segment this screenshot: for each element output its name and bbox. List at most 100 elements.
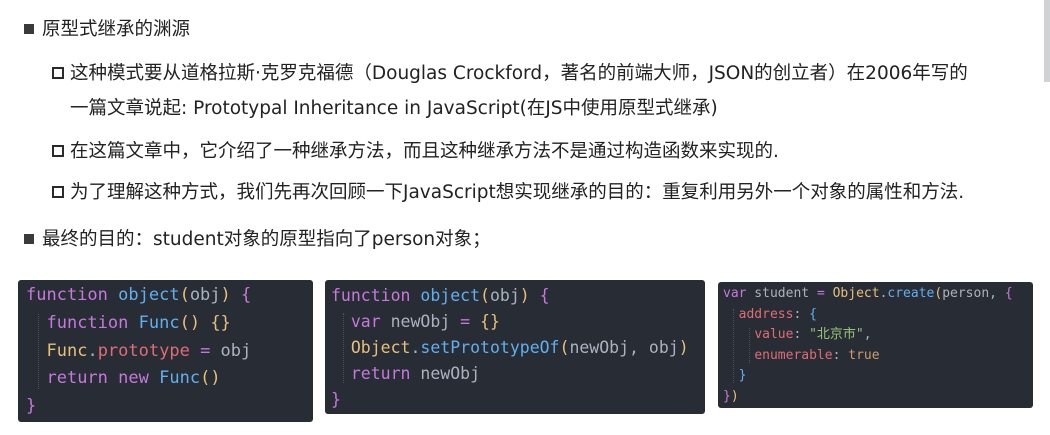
code-line: var newObj = {} [331, 309, 500, 335]
code-token: function [26, 285, 108, 305]
code-line: return newObj [331, 361, 480, 387]
code-block-object-create: var student = Object.create(person, { ad… [718, 282, 1033, 408]
indent-guide [38, 313, 39, 390]
code-token: newObj [410, 364, 481, 383]
code-token: "北京市" [809, 327, 864, 343]
code-line: } [331, 387, 341, 413]
code-token: Object [832, 286, 880, 301]
code-token: create [887, 286, 935, 301]
code-token: = [816, 286, 825, 301]
code-token: , [863, 327, 872, 343]
code-token: ) [220, 285, 231, 305]
code-token: . [410, 338, 421, 357]
code-line: function object(obj) { [26, 282, 251, 310]
code-line: function Func() {} [26, 310, 231, 338]
code-line: return new Func() [26, 365, 221, 393]
heading-origin: 原型式继承的渊源 [42, 19, 191, 40]
code-token: ) [519, 286, 530, 305]
bullet-square-icon [24, 234, 34, 244]
code-token: Func [138, 312, 180, 333]
code-token: : [793, 327, 810, 343]
code-token: newObj [380, 312, 461, 331]
code-line: } [26, 393, 36, 421]
code-token: ( [559, 338, 570, 357]
code-token: var [723, 286, 747, 301]
code-token: function [331, 286, 411, 305]
code-token: var [350, 312, 381, 331]
item-1-line-1: 这种模式要从道格拉斯·克罗克福德（Douglas Crockford，著名的前端… [70, 63, 968, 84]
code-token: } [738, 368, 747, 384]
bullet-hollow-icon [52, 145, 64, 157]
code-line: function object(obj) { [331, 283, 550, 309]
code-line: address: { [723, 305, 817, 326]
code-token: {} [480, 312, 500, 331]
code-token: new [118, 368, 149, 389]
code-token: function [46, 312, 129, 333]
code-line: enumerable: true [723, 346, 880, 367]
code-token: person, [942, 286, 1005, 301]
code-token: { [539, 286, 550, 305]
item-3: 为了理解这种方式，我们先再次回顾一下JavaScript想实现继承的目的：重复利… [70, 182, 965, 203]
code-token: obj [189, 285, 221, 305]
code-token: = [200, 340, 211, 361]
code-line: var student = Object.create(person, { [723, 284, 1013, 305]
code-token: address [738, 306, 794, 322]
code-token: : [832, 347, 849, 363]
code-token: { [809, 306, 817, 322]
code-token: value [754, 327, 794, 343]
code-token: prototype [97, 340, 190, 361]
code-token: Object [350, 338, 411, 357]
code-token: ) [730, 389, 739, 404]
code-token: () [200, 368, 221, 389]
code-token: ( [934, 286, 943, 301]
code-line: } [723, 366, 747, 387]
code-line: value: "北京市", [723, 325, 872, 346]
code-block-set-prototype: function object(obj) { var newObj = {} O… [325, 280, 705, 414]
code-token: true [848, 347, 880, 363]
code-token: } [331, 390, 341, 409]
code-token: student [746, 286, 817, 301]
indent-guide [343, 313, 344, 383]
code-token: return [46, 368, 108, 389]
code-token: return [350, 364, 411, 383]
code-block-object-func: function object(obj) { function Func() {… [18, 280, 313, 422]
item-2: 在这篇文章中，它介绍了一种继承方法，而且这种继承方法不是通过构造函数来实现的. [70, 141, 779, 162]
code-token: : [793, 306, 810, 322]
code-token: ) [678, 338, 689, 357]
code-line: Object.setPrototypeOf(newObj, obj) [331, 335, 689, 361]
indent-guide [733, 308, 734, 383]
code-token: ( [480, 286, 490, 305]
bullet-square-icon [24, 24, 34, 34]
code-line: Func.prototype = obj [26, 338, 251, 366]
code-token: () [179, 312, 201, 333]
bullet-hollow-icon [52, 186, 64, 198]
code-token: = [460, 312, 471, 331]
code-token: { [241, 285, 252, 305]
code-token: {} [210, 312, 231, 333]
code-token: . [87, 340, 98, 361]
code-token: newObj, obj [569, 338, 679, 357]
code-token: obj [489, 286, 520, 305]
heading-goal: 最终的目的：student对象的原型指向了person对象； [42, 229, 491, 250]
scrollbar[interactable] [1044, 0, 1050, 82]
code-token: object [118, 285, 180, 305]
code-line: }) [723, 387, 739, 408]
code-token: obj [210, 340, 252, 361]
code-token: ( [179, 285, 190, 305]
code-token: { [1004, 286, 1013, 301]
code-token: Func [46, 340, 88, 361]
